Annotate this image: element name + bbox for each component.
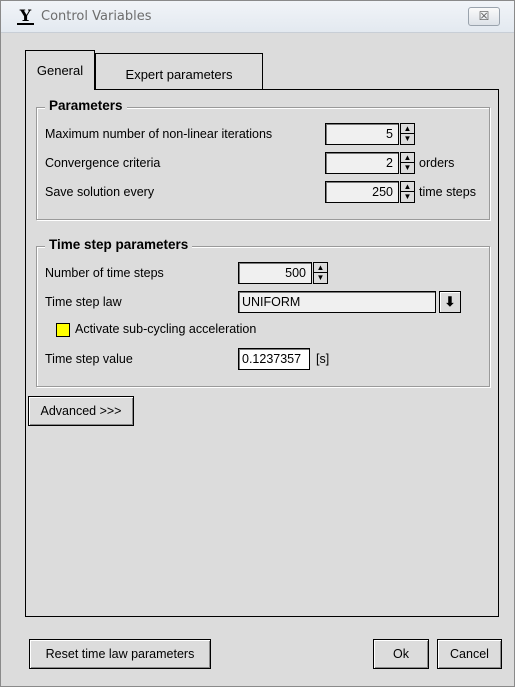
spin-up-icon[interactable]: ▲	[400, 181, 415, 192]
time-step-law-label: Time step law	[45, 295, 122, 309]
advanced-button[interactable]: Advanced >>>	[28, 396, 134, 426]
save-solution-unit: time steps	[419, 185, 476, 199]
title-bar: Y Control Variables ☒	[1, 1, 514, 33]
max-iterations-spinner[interactable]: ▲ ▼	[400, 123, 415, 145]
time-step-value-unit: [s]	[316, 352, 330, 366]
save-solution-label: Save solution every	[45, 185, 155, 199]
dropdown-arrow-icon[interactable]: ⬇	[439, 291, 461, 313]
control-variables-dialog: Y Control Variables ☒ General Expert par…	[0, 0, 515, 687]
convergence-input[interactable]: 2	[325, 152, 399, 174]
parameters-group: Parameters Maximum number of non-linear …	[36, 98, 490, 220]
subcycling-label: Activate sub-cycling acceleration	[75, 322, 257, 336]
convergence-unit: orders	[419, 156, 455, 170]
close-button[interactable]: ☒	[468, 7, 500, 26]
cancel-button[interactable]: Cancel	[437, 639, 502, 669]
app-logo-icon: Y	[17, 8, 34, 25]
time-step-group: Time step parameters Number of time step…	[36, 237, 490, 387]
tab-panel-general: Parameters Maximum number of non-linear …	[25, 89, 499, 617]
time-step-group-title: Time step parameters	[45, 237, 193, 252]
close-icon: ☒	[478, 9, 490, 23]
time-step-value-label: Time step value	[45, 352, 133, 366]
num-time-steps-spinner[interactable]: ▲ ▼	[313, 262, 328, 284]
max-iterations-label: Maximum number of non-linear iterations	[45, 127, 273, 141]
time-step-value-input[interactable]: 0.1237357	[238, 348, 310, 370]
convergence-label: Convergence criteria	[45, 156, 161, 170]
spin-down-icon[interactable]: ▼	[400, 192, 415, 203]
spin-down-icon[interactable]: ▼	[400, 134, 415, 145]
convergence-spinner[interactable]: ▲ ▼	[400, 152, 415, 174]
tab-expert-parameters[interactable]: Expert parameters	[95, 53, 263, 89]
ok-button[interactable]: Ok	[373, 639, 429, 669]
subcycling-checkbox[interactable]	[56, 323, 70, 337]
num-time-steps-input[interactable]: 500	[238, 262, 312, 284]
save-solution-input[interactable]: 250	[325, 181, 399, 203]
spin-down-icon[interactable]: ▼	[313, 273, 328, 284]
num-time-steps-label: Number of time steps	[45, 266, 164, 280]
spin-up-icon[interactable]: ▲	[400, 152, 415, 163]
save-solution-spinner[interactable]: ▲ ▼	[400, 181, 415, 203]
max-iterations-input[interactable]: 5	[325, 123, 399, 145]
spin-up-icon[interactable]: ▲	[400, 123, 415, 134]
reset-time-law-button[interactable]: Reset time law parameters	[29, 639, 211, 669]
tab-general[interactable]: General	[25, 50, 95, 90]
time-step-law-select[interactable]: UNIFORM	[238, 291, 436, 313]
window-title: Control Variables	[41, 9, 152, 24]
spin-down-icon[interactable]: ▼	[400, 163, 415, 174]
spin-up-icon[interactable]: ▲	[313, 262, 328, 273]
parameters-group-title: Parameters	[45, 98, 127, 113]
